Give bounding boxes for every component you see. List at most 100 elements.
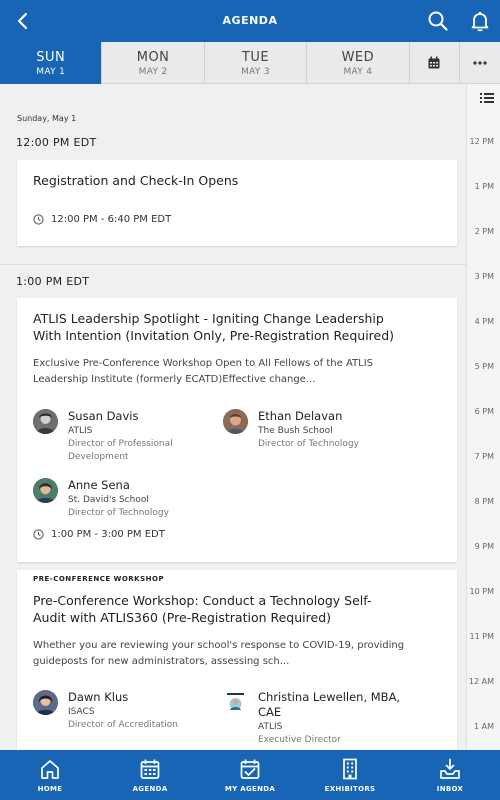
time-rail-tick[interactable]: 8 PM (475, 497, 494, 506)
day-tab-date: MAY 1 (36, 67, 66, 77)
nav-my-agenda[interactable]: MY AGENDA (200, 750, 300, 800)
nav-label: MY AGENDA (224, 785, 276, 793)
time-rail-tick[interactable]: 12 AM (469, 677, 494, 686)
time-rail-tick[interactable]: 9 PM (475, 542, 494, 551)
speaker-org: ISACS (68, 707, 95, 717)
session-description-line: Exclusive Pre-Conference Workshop Open t… (33, 358, 373, 369)
speaker-org: St. David's School (68, 495, 149, 505)
more-dots-icon (473, 61, 487, 65)
time-rail-tick[interactable]: 6 PM (475, 407, 494, 416)
nav-label: INBOX (436, 785, 464, 793)
session-description-line: Leadership Institute (formerly ECATD)Eff… (33, 374, 316, 385)
speaker-name: Christina Lewellen, MBA, CAE (258, 690, 418, 720)
nav-exhibitors[interactable]: EXHIBITORS (300, 750, 400, 800)
speaker[interactable]: Christina Lewellen, MBA, CAE ATLIS Execu… (223, 690, 413, 750)
divider (0, 264, 466, 265)
day-tab-sun[interactable]: SUN MAY 1 (0, 42, 103, 84)
session-description-line: guideposts for new administrators, asses… (33, 656, 290, 667)
day-tab-day: MON (136, 50, 170, 65)
session-time-text: 1:00 PM - 3:00 PM EDT (51, 529, 165, 540)
calendar-icon (428, 56, 440, 69)
speaker-name: Susan Davis (68, 409, 139, 423)
speaker-role: Director of Technology (68, 508, 169, 518)
avatar (33, 690, 58, 715)
session-title: Registration and Check-In Opens (33, 173, 239, 188)
session-title-line: Audit with ATLIS360 (Pre-Registration Re… (33, 610, 332, 625)
time-rail-tick[interactable]: 11 PM (470, 632, 494, 641)
session-card[interactable]: Registration and Check-In Opens 12:00 PM… (17, 160, 457, 246)
day-tabs: SUN MAY 1 MON MAY 2 TUE MAY 3 WED MAY 4 (0, 42, 500, 84)
time-section-header: 1:00 PM EDT (16, 275, 90, 288)
speaker[interactable]: Anne Sena St. David's School Director of… (33, 478, 223, 518)
day-tab-day: TUE (241, 50, 270, 65)
building-icon (343, 758, 357, 780)
speaker-role: Director of Professional Development (68, 438, 198, 464)
speaker-org: ATLIS (68, 426, 93, 436)
time-rail-tick[interactable]: 1 PM (475, 182, 494, 191)
nav-home[interactable]: HOME (0, 750, 100, 800)
search-icon[interactable] (426, 9, 450, 33)
day-tab-day: WED (341, 50, 375, 65)
session-track-badge: PRE-CONFERENCE WORKSHOP (33, 575, 165, 583)
speaker-name: Dawn Klus (68, 690, 129, 704)
bell-icon[interactable] (468, 9, 492, 33)
nav-inbox[interactable]: INBOX (400, 750, 500, 800)
day-tab-tue[interactable]: TUE MAY 3 (205, 42, 308, 84)
more-options-button[interactable] (460, 42, 500, 84)
calendar-check-icon (240, 759, 260, 779)
session-card[interactable]: ATLIS Leadership Spotlight - Igniting Ch… (17, 298, 457, 562)
time-rail-tick[interactable]: 1 AM (474, 722, 494, 731)
time-section-header: 12:00 PM EDT (16, 136, 97, 149)
nav-label: HOME (37, 785, 63, 793)
home-icon (41, 760, 59, 779)
top-app-bar: AGENDA (0, 0, 500, 42)
day-tab-date: MAY 3 (241, 67, 270, 77)
nav-label: EXHIBITORS (324, 785, 376, 793)
time-rail-tick[interactable]: 4 PM (475, 317, 494, 326)
session-time-text: 12:00 PM - 6:40 PM EDT (51, 214, 172, 225)
speaker-name: Anne Sena (68, 478, 130, 492)
nav-agenda[interactable]: AGENDA (100, 750, 200, 800)
session-title-line: With Intention (Invitation Only, Pre-Reg… (33, 328, 395, 343)
session-card[interactable]: PRE-CONFERENCE WORKSHOP Pre-Conference W… (17, 570, 457, 750)
speaker-name-line: CAE (258, 705, 282, 719)
day-tab-date: MAY 2 (138, 67, 168, 77)
list-view-icon[interactable] (480, 92, 494, 104)
time-rail-tick[interactable]: 10 PM (470, 587, 494, 596)
speaker-role: Director of Technology (258, 439, 359, 449)
day-tab-mon[interactable]: MON MAY 2 (102, 42, 205, 84)
speaker-role: Director of Accreditation (68, 720, 178, 730)
session-time: 12:00 PM - 6:40 PM EDT (33, 214, 171, 225)
time-rail-tick[interactable]: 12 PM (470, 137, 494, 146)
time-rail-tick[interactable]: 3 PM (475, 272, 494, 281)
agenda-content: Sunday, May 1 12:00 PM EDT Registration … (0, 84, 466, 750)
time-rail-tick[interactable]: 2 PM (475, 227, 494, 236)
calendar-picker-button[interactable] (410, 42, 461, 84)
avatar (33, 478, 58, 503)
avatar (223, 409, 248, 434)
session-description-line: Whether you are reviewing your school's … (33, 640, 405, 651)
day-tab-day: SUN (36, 50, 66, 65)
speaker[interactable]: Susan Davis ATLIS Director of Profession… (33, 409, 223, 463)
bottom-navigation: HOME AGENDA MY AGENDA EXHIBITORS INBOX (0, 750, 500, 800)
session-title-line: ATLIS Leadership Spotlight - Igniting Ch… (33, 311, 384, 326)
date-label: Sunday, May 1 (17, 114, 77, 123)
time-rail-tick[interactable]: 7 PM (475, 452, 494, 461)
speaker-role-line: Director of Professional (68, 439, 173, 449)
inbox-icon (440, 758, 460, 779)
clock-icon (33, 529, 44, 540)
time-rail-tick[interactable]: 5 PM (475, 362, 494, 371)
session-title-line: Pre-Conference Workshop: Conduct a Techn… (33, 593, 372, 608)
time-rail[interactable]: 12 PM 1 PM 2 PM 3 PM 4 PM 5 PM 6 PM 7 PM 8 PM 9 P… (466, 84, 500, 750)
speaker-name: Ethan Delavan (258, 409, 343, 423)
avatar (223, 690, 248, 715)
calendar-icon (140, 759, 160, 779)
speaker-org: ATLIS (258, 722, 283, 732)
speaker[interactable]: Ethan Delavan The Bush School Director o… (223, 409, 413, 463)
speaker-role: Executive Director (258, 735, 341, 745)
speaker-name-line: Christina Lewellen, MBA, (258, 690, 401, 704)
speaker-org: The Bush School (258, 426, 333, 436)
speaker-role-line: Development (68, 452, 129, 462)
speaker[interactable]: Dawn Klus ISACS Director of Accreditatio… (33, 690, 223, 730)
day-tab-wed[interactable]: WED MAY 4 (307, 42, 410, 84)
